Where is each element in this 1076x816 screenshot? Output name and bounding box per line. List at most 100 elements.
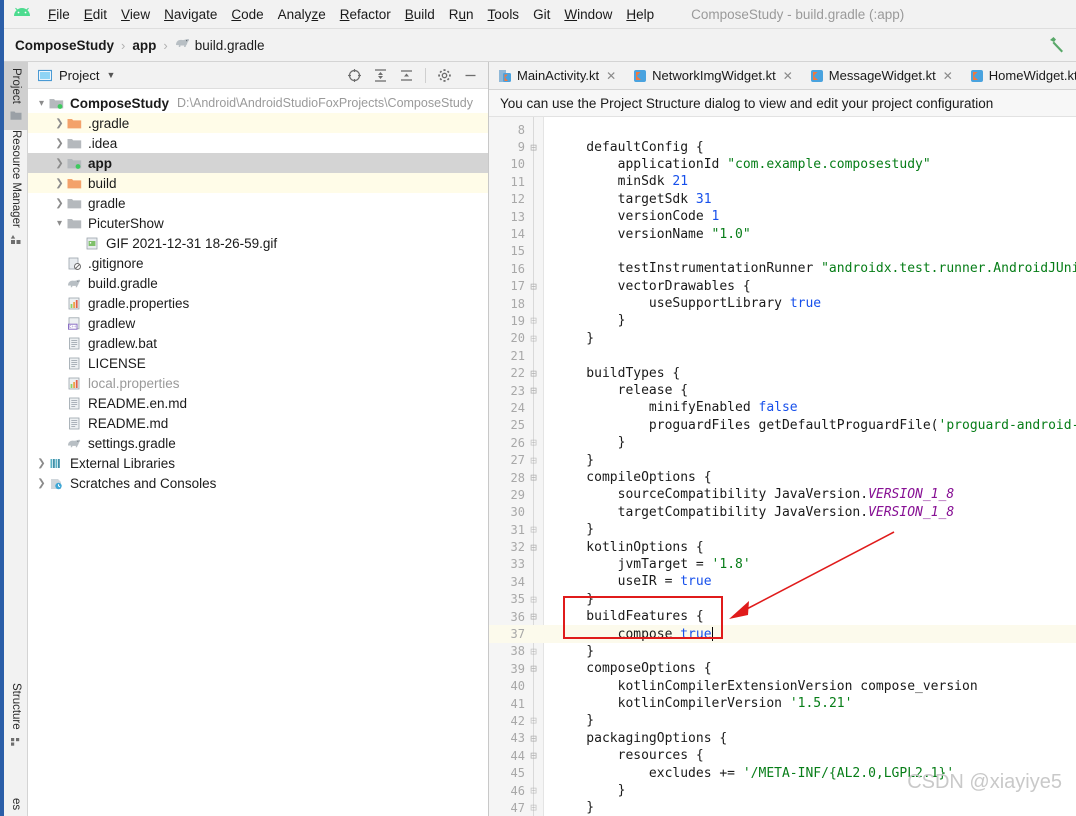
menu-item-file[interactable]: File <box>41 5 77 24</box>
chevron-right-icon[interactable]: ❯ <box>52 118 67 129</box>
code-line-12[interactable]: 12 targetSdk 31 <box>489 191 1076 208</box>
code-line-20[interactable]: 20 ⊟ } <box>489 330 1076 347</box>
project-tree[interactable]: ▾ ComposeStudy D:\Android\AndroidStudioFox… <box>28 89 488 493</box>
chevron-down-icon[interactable]: ▼ <box>106 70 115 80</box>
code-line-14[interactable]: 14 versionName "1.0" <box>489 225 1076 242</box>
fold-collapse-icon[interactable]: ⊟ <box>528 472 539 483</box>
tree-node-composestudy[interactable]: ▾ ComposeStudy D:\Android\AndroidStudioFox… <box>28 93 488 113</box>
code-line-8[interactable]: 8 <box>489 121 1076 138</box>
code-line-22[interactable]: 22 ⊟ buildTypes { <box>489 364 1076 381</box>
tree-node-gradle-properties[interactable]: gradle.properties <box>28 293 488 313</box>
sidebar-tab-favorites[interactable]: es <box>4 792 28 816</box>
code-line-29[interactable]: 29 sourceCompatibility JavaVersion.VERSI… <box>489 486 1076 503</box>
tree-node-gradlew[interactable]: C++ gradlew <box>28 313 488 333</box>
code-line-32[interactable]: 32 ⊟ kotlinOptions { <box>489 538 1076 555</box>
code-line-39[interactable]: 39 ⊟ composeOptions { <box>489 660 1076 677</box>
chevron-down-icon[interactable]: ▾ <box>34 98 49 109</box>
breadcrumb-module[interactable]: app <box>132 38 156 53</box>
code-line-26[interactable]: 26 ⊟ } <box>489 434 1076 451</box>
tree-node-gradle[interactable]: ❯ .gradle <box>28 113 488 133</box>
settings-gear-icon[interactable] <box>437 68 452 83</box>
tree-node-readme-en-md[interactable]: README.en.md <box>28 393 488 413</box>
editor-tab-homewidget-kt[interactable]: HomeWidget.kt <box>961 62 1076 89</box>
code-lines[interactable]: 8 9 ⊟ defaultConfig {10 applicationId "com… <box>489 117 1076 816</box>
menu-item-refactor[interactable]: Refactor <box>333 5 398 24</box>
tree-node-local-properties[interactable]: local.properties <box>28 373 488 393</box>
code-line-31[interactable]: 31 ⊟ } <box>489 521 1076 538</box>
chevron-right-icon[interactable]: ❯ <box>52 158 67 169</box>
code-line-10[interactable]: 10 applicationId "com.example.composestu… <box>489 156 1076 173</box>
fold-collapse-icon[interactable]: ⊟ <box>528 281 539 292</box>
code-line-24[interactable]: 24 minifyEnabled false <box>489 399 1076 416</box>
tree-node-readme-md[interactable]: README.md <box>28 413 488 433</box>
fold-end-icon[interactable]: ⊟ <box>528 455 539 466</box>
menu-item-view[interactable]: View <box>114 5 157 24</box>
breadcrumb-file[interactable]: build.gradle <box>195 38 265 53</box>
close-icon[interactable]: ✕ <box>606 70 616 82</box>
fold-collapse-icon[interactable]: ⊟ <box>528 542 539 553</box>
fold-end-icon[interactable]: ⊟ <box>528 315 539 326</box>
tree-node-settings-gradle[interactable]: settings.gradle <box>28 433 488 453</box>
tree-node-build[interactable]: ❯ build <box>28 173 488 193</box>
code-line-13[interactable]: 13 versionCode 1 <box>489 208 1076 225</box>
fold-end-icon[interactable]: ⊟ <box>528 437 539 448</box>
close-icon[interactable]: ✕ <box>943 70 953 82</box>
code-line-44[interactable]: 44 ⊟ resources { <box>489 747 1076 764</box>
editor-tab-strip[interactable]: MainActivity.kt ✕ NetworkImgWidget.kt ✕ Mess… <box>489 62 1076 90</box>
code-line-47[interactable]: 47 ⊟ } <box>489 799 1076 816</box>
chevron-right-icon[interactable]: ❯ <box>52 178 67 189</box>
chevron-right-icon[interactable]: ❯ <box>34 478 49 489</box>
menu-item-code[interactable]: Code <box>224 5 270 24</box>
code-line-36[interactable]: 36 ⊟ buildFeatures { <box>489 608 1076 625</box>
expand-all-icon[interactable] <box>373 68 388 83</box>
menu-item-help[interactable]: Help <box>619 5 661 24</box>
code-line-30[interactable]: 30 targetCompatibility JavaVersion.VERSI… <box>489 504 1076 521</box>
menu-item-navigate[interactable]: Navigate <box>157 5 224 24</box>
code-line-18[interactable]: 18 useSupportLibrary true <box>489 295 1076 312</box>
fold-collapse-icon[interactable]: ⊟ <box>528 750 539 761</box>
code-line-28[interactable]: 28 ⊟ compileOptions { <box>489 469 1076 486</box>
editor-tab-mainactivity-kt[interactable]: MainActivity.kt ✕ <box>489 62 624 89</box>
chevron-right-icon[interactable]: ❯ <box>52 198 67 209</box>
code-line-21[interactable]: 21 <box>489 347 1076 364</box>
chevron-down-icon[interactable]: ▾ <box>52 218 67 229</box>
fold-end-icon[interactable]: ⊟ <box>528 785 539 796</box>
fold-collapse-icon[interactable]: ⊟ <box>528 733 539 744</box>
menu-item-git[interactable]: Git <box>526 5 557 24</box>
fold-collapse-icon[interactable]: ⊟ <box>528 611 539 622</box>
chevron-right-icon[interactable]: ❯ <box>34 458 49 469</box>
code-line-16[interactable]: 16 testInstrumentationRunner "androidx.t… <box>489 260 1076 277</box>
fold-collapse-icon[interactable]: ⊟ <box>528 663 539 674</box>
code-line-43[interactable]: 43 ⊟ packagingOptions { <box>489 730 1076 747</box>
tree-node-gif-2021-12-31-18-26-59-gif[interactable]: GIF 2021-12-31 18-26-59.gif <box>28 233 488 253</box>
menu-item-run[interactable]: Run <box>442 5 481 24</box>
select-opened-file-icon[interactable] <box>347 68 362 83</box>
menu-item-tools[interactable]: Tools <box>481 5 527 24</box>
fold-end-icon[interactable]: ⊟ <box>528 802 539 813</box>
menu-item-window[interactable]: Window <box>557 5 619 24</box>
hide-panel-icon[interactable] <box>463 68 478 83</box>
code-editor[interactable]: 8 9 ⊟ defaultConfig {10 applicationId "com… <box>489 117 1076 816</box>
hammer-build-icon[interactable] <box>1047 36 1066 55</box>
sidebar-tab-project[interactable]: Project <box>4 62 28 130</box>
tree-node-gradle[interactable]: ❯ gradle <box>28 193 488 213</box>
code-line-11[interactable]: 11 minSdk 21 <box>489 173 1076 190</box>
tree-node-scratches-and-consoles[interactable]: ❯ Scratches and Consoles <box>28 473 488 493</box>
chevron-right-icon[interactable]: ❯ <box>52 138 67 149</box>
tree-node-gradlew-bat[interactable]: gradlew.bat <box>28 333 488 353</box>
code-line-35[interactable]: 35 ⊟ } <box>489 591 1076 608</box>
code-line-41[interactable]: 41 kotlinCompilerVersion '1.5.21' <box>489 695 1076 712</box>
tree-node-license[interactable]: LICENSE <box>28 353 488 373</box>
code-line-23[interactable]: 23 ⊟ release { <box>489 382 1076 399</box>
code-line-40[interactable]: 40 kotlinCompilerExtensionVersion compos… <box>489 678 1076 695</box>
tree-node-gitignore[interactable]: .gitignore <box>28 253 488 273</box>
code-line-34[interactable]: 34 useIR = true <box>489 573 1076 590</box>
code-line-37[interactable]: 37 compose true <box>489 625 1076 643</box>
menu-item-analyze[interactable]: Analyze <box>271 5 333 24</box>
code-line-19[interactable]: 19 ⊟ } <box>489 312 1076 329</box>
editor-tab-networkimgwidget-kt[interactable]: NetworkImgWidget.kt ✕ <box>624 62 801 89</box>
code-line-42[interactable]: 42 ⊟ } <box>489 712 1076 729</box>
code-line-33[interactable]: 33 jvmTarget = '1.8' <box>489 556 1076 573</box>
code-line-15[interactable]: 15 <box>489 243 1076 260</box>
sidebar-tab-resource-manager[interactable]: Resource Manager <box>4 124 28 254</box>
